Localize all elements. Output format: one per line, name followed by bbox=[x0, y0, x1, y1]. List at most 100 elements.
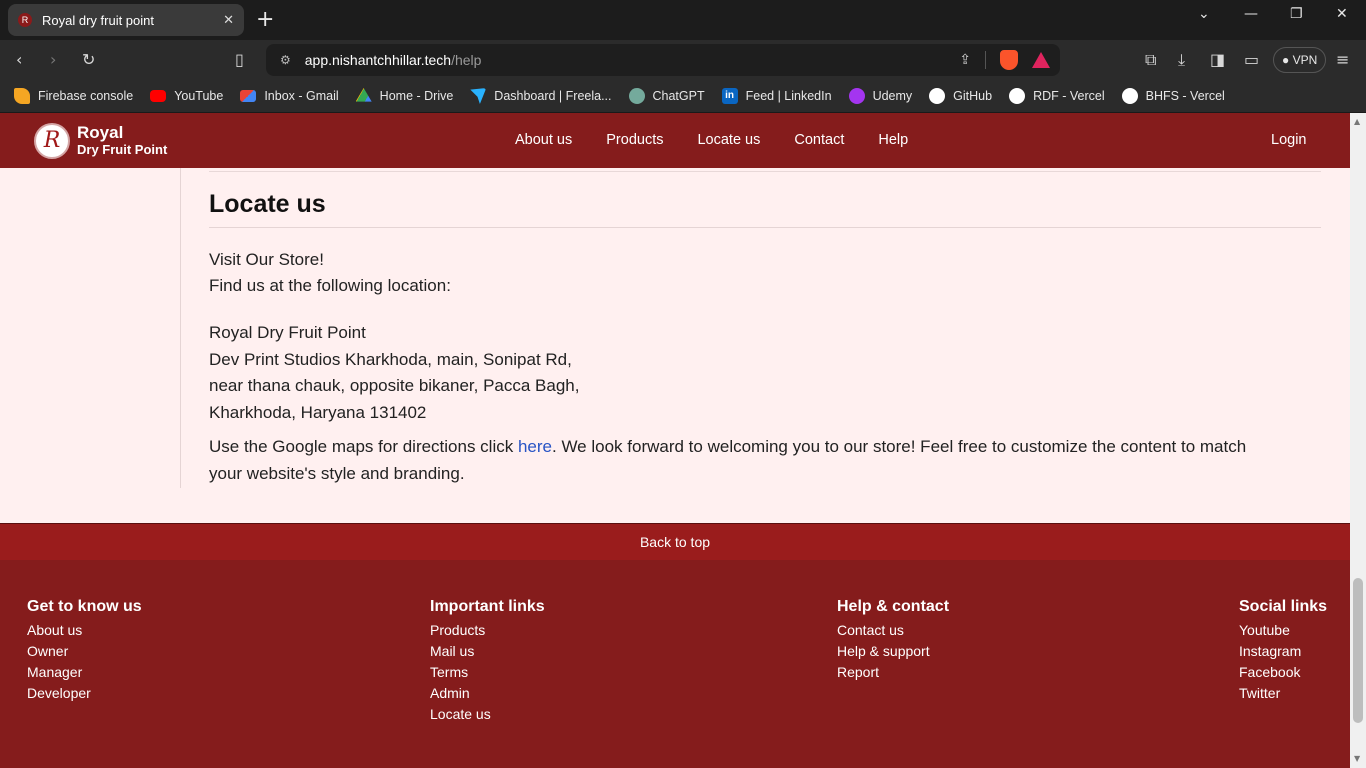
new-tab-button[interactable]: + bbox=[256, 7, 274, 32]
share-icon[interactable]: ⇪ bbox=[959, 52, 971, 68]
footer-link-twitter[interactable]: Twitter bbox=[1239, 683, 1327, 704]
vercel-icon bbox=[1009, 88, 1026, 104]
brand-logo[interactable]: R bbox=[34, 123, 70, 159]
bookmark-item[interactable]: Home - Drive bbox=[355, 88, 453, 104]
forward-arrow-icon[interactable]: › bbox=[50, 50, 56, 69]
restore-icon[interactable]: ❐ bbox=[1290, 6, 1303, 22]
footer-link-contact-us[interactable]: Contact us bbox=[837, 620, 949, 641]
back-to-top-button[interactable]: Back to top bbox=[0, 523, 1350, 560]
tab-close-icon[interactable]: ✕ bbox=[223, 12, 234, 28]
section-divider bbox=[209, 171, 1321, 172]
bookmark-item[interactable]: RDF - Vercel bbox=[1009, 88, 1105, 104]
browser-tab-bar: R Royal dry fruit point ✕ + ⌄ — ❐ ✕ bbox=[0, 0, 1366, 40]
locate-section: Locate us Visit Our Store! Find us at th… bbox=[0, 168, 1350, 523]
bookmark-label: Feed | LinkedIn bbox=[745, 89, 832, 103]
footer-column-help: Help & contact Contact us Help & support… bbox=[837, 598, 949, 683]
footer-link-help-support[interactable]: Help & support bbox=[837, 641, 949, 662]
brave-rewards-icon[interactable] bbox=[1032, 52, 1050, 68]
scroll-down-icon[interactable]: ▼ bbox=[1354, 754, 1360, 763]
main-nav: About us Products Locate us Contact Help bbox=[515, 132, 908, 148]
footer-link-locate-us[interactable]: Locate us bbox=[430, 704, 545, 725]
footer-heading: Get to know us bbox=[27, 598, 142, 615]
nav-products[interactable]: Products bbox=[606, 132, 663, 148]
bookmark-item[interactable]: Firebase console bbox=[14, 88, 133, 104]
browser-toolbar: ‹ › ↻ ▯ ⚙ app.nishantchhillar.tech/help … bbox=[0, 40, 1366, 80]
scroll-up-icon[interactable]: ▲ bbox=[1354, 117, 1360, 126]
footer-column-social: Social links Youtube Instagram Facebook … bbox=[1239, 598, 1327, 704]
bookmark-label: Udemy bbox=[872, 89, 913, 103]
back-arrow-icon[interactable]: ‹ bbox=[16, 50, 22, 69]
address-block: Royal Dry Fruit Point Dev Print Studios … bbox=[209, 320, 579, 426]
address-bar[interactable]: ⚙ app.nishantchhillar.tech/help ⇪ bbox=[266, 44, 1060, 76]
wallet-icon[interactable]: ▭ bbox=[1244, 50, 1259, 69]
vpn-label: VPN bbox=[1292, 53, 1318, 67]
brand-line-2: Dry Fruit Point bbox=[77, 142, 168, 157]
reload-icon[interactable]: ↻ bbox=[82, 50, 95, 69]
footer-link-about-us[interactable]: About us bbox=[27, 620, 142, 641]
window-close-icon[interactable]: ✕ bbox=[1336, 6, 1348, 22]
brand-name[interactable]: Royal Dry Fruit Point bbox=[77, 124, 167, 156]
login-link[interactable]: Login bbox=[1271, 132, 1306, 148]
drive-icon bbox=[355, 88, 372, 102]
bookmark-label: RDF - Vercel bbox=[1033, 89, 1105, 103]
bookmark-label: Dashboard | Freela... bbox=[494, 89, 612, 103]
bookmark-item[interactable]: Dashboard | Freela... bbox=[470, 88, 612, 104]
firebase-icon bbox=[14, 88, 30, 104]
footer-link-products[interactable]: Products bbox=[430, 620, 545, 641]
bookmark-item[interactable]: GitHub bbox=[929, 88, 992, 104]
bookmark-label: Firebase console bbox=[38, 89, 134, 103]
scrollbar-thumb[interactable] bbox=[1353, 578, 1363, 723]
footer-column-important: Important links Products Mail us Terms A… bbox=[430, 598, 545, 725]
nav-contact[interactable]: Contact bbox=[794, 132, 844, 148]
gmail-icon bbox=[240, 90, 257, 102]
github-icon bbox=[929, 88, 946, 104]
vercel-icon bbox=[1121, 88, 1138, 104]
maps-here-link[interactable]: here bbox=[518, 437, 552, 456]
visit-line: Visit Our Store! bbox=[209, 250, 324, 269]
extensions-icon[interactable]: ⧉ bbox=[1145, 50, 1156, 70]
footer-link-admin[interactable]: Admin bbox=[430, 683, 545, 704]
footer-link-owner[interactable]: Owner bbox=[27, 641, 142, 662]
directions-line-2: your website's style and branding. bbox=[209, 464, 465, 483]
site-info-icon[interactable]: ⚙ bbox=[280, 53, 291, 67]
nav-locate-us[interactable]: Locate us bbox=[697, 132, 760, 148]
udemy-icon bbox=[848, 88, 865, 104]
brave-shields-icon[interactable] bbox=[1000, 50, 1018, 70]
vpn-button[interactable]: ● VPN bbox=[1273, 47, 1327, 73]
browser-tab[interactable]: R Royal dry fruit point ✕ bbox=[8, 4, 244, 36]
page-scrollbar[interactable]: ▲ ▼ bbox=[1350, 113, 1366, 768]
footer-link-mail-us[interactable]: Mail us bbox=[430, 641, 545, 662]
address-line: Royal Dry Fruit Point bbox=[209, 323, 366, 342]
address-line: Kharkhoda, Haryana 131402 bbox=[209, 402, 427, 422]
title-divider bbox=[209, 227, 1321, 228]
footer-link-developer[interactable]: Developer bbox=[27, 683, 142, 704]
nav-help[interactable]: Help bbox=[878, 132, 908, 148]
minimize-icon[interactable]: — bbox=[1244, 6, 1258, 22]
url-path: /help bbox=[451, 52, 482, 68]
tab-search-chevron-down-icon[interactable]: ⌄ bbox=[1198, 6, 1210, 22]
find-line: Find us at the following location: bbox=[209, 276, 451, 295]
directions-before: Use the Google maps for directions click bbox=[209, 437, 518, 456]
chatgpt-icon bbox=[628, 88, 645, 104]
footer-link-facebook[interactable]: Facebook bbox=[1239, 662, 1327, 683]
bookmark-label: YouTube bbox=[174, 89, 224, 103]
bookmark-item[interactable]: Udemy bbox=[848, 88, 913, 104]
bookmark-label: Inbox - Gmail bbox=[264, 89, 339, 103]
footer-link-instagram[interactable]: Instagram bbox=[1239, 641, 1327, 662]
bookmark-item[interactable]: in Feed | LinkedIn bbox=[721, 88, 832, 104]
directions-text: Use the Google maps for directions click… bbox=[209, 433, 1246, 487]
menu-icon[interactable]: ≡ bbox=[1336, 50, 1349, 69]
bookmark-icon[interactable]: ▯ bbox=[235, 50, 244, 69]
nav-about-us[interactable]: About us bbox=[515, 132, 572, 148]
footer-link-report[interactable]: Report bbox=[837, 662, 949, 683]
footer-link-terms[interactable]: Terms bbox=[430, 662, 545, 683]
footer-heading: Social links bbox=[1239, 598, 1328, 615]
footer-link-youtube[interactable]: Youtube bbox=[1239, 620, 1327, 641]
bookmark-item[interactable]: BHFS - Vercel bbox=[1121, 88, 1225, 104]
bookmark-item[interactable]: ChatGPT bbox=[628, 88, 705, 104]
bookmark-item[interactable]: Inbox - Gmail bbox=[240, 89, 339, 103]
bookmark-item[interactable]: YouTube bbox=[150, 89, 223, 103]
footer-link-manager[interactable]: Manager bbox=[27, 662, 142, 683]
downloads-icon[interactable]: ⤓ bbox=[1178, 50, 1185, 70]
sidebar-icon[interactable]: ◨ bbox=[1210, 50, 1225, 69]
